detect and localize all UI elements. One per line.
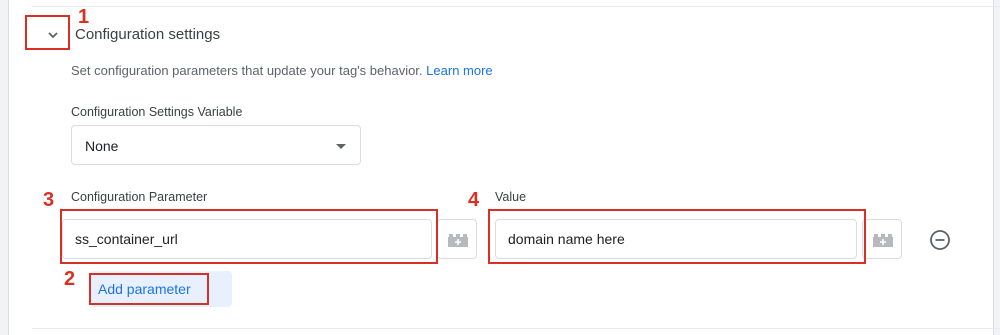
variable-picker-icon [448,234,468,247]
annotation-number-3: 3 [43,189,55,211]
config-parameter-label: Configuration Parameter [71,190,208,204]
parameter-variable-button[interactable] [437,219,477,259]
divider-bottom [32,328,1000,329]
value-field [495,219,857,259]
annotation-number-2: 2 [64,268,76,290]
annotation-number-4: 4 [468,189,480,211]
annotation-number-1: 1 [78,6,90,28]
dropdown-arrow-icon [336,144,346,149]
config-parameter-field [62,219,432,259]
config-parameter-input[interactable] [75,231,375,247]
variable-picker-icon [873,234,893,247]
learn-more-link[interactable]: Learn more [426,63,492,78]
settings-variable-label: Configuration Settings Variable [71,105,243,119]
remove-circle-icon [930,230,950,250]
section-title: Configuration settings [75,26,221,43]
value-input[interactable] [508,231,808,247]
add-parameter-label: Add parameter [98,281,191,297]
value-variable-button[interactable] [862,219,902,259]
divider-top [32,6,1000,7]
remove-row-button[interactable] [929,229,951,251]
section-description: Set configuration parameters that update… [71,63,493,78]
add-parameter-button[interactable]: Add parameter [90,271,232,307]
chevron-down-icon [48,32,58,39]
description-text: Set configuration parameters that update… [71,63,423,78]
collapse-toggle[interactable] [40,22,66,48]
settings-variable-value: None [85,138,119,154]
settings-variable-select[interactable]: None [71,125,361,165]
value-label: Value [495,190,527,204]
